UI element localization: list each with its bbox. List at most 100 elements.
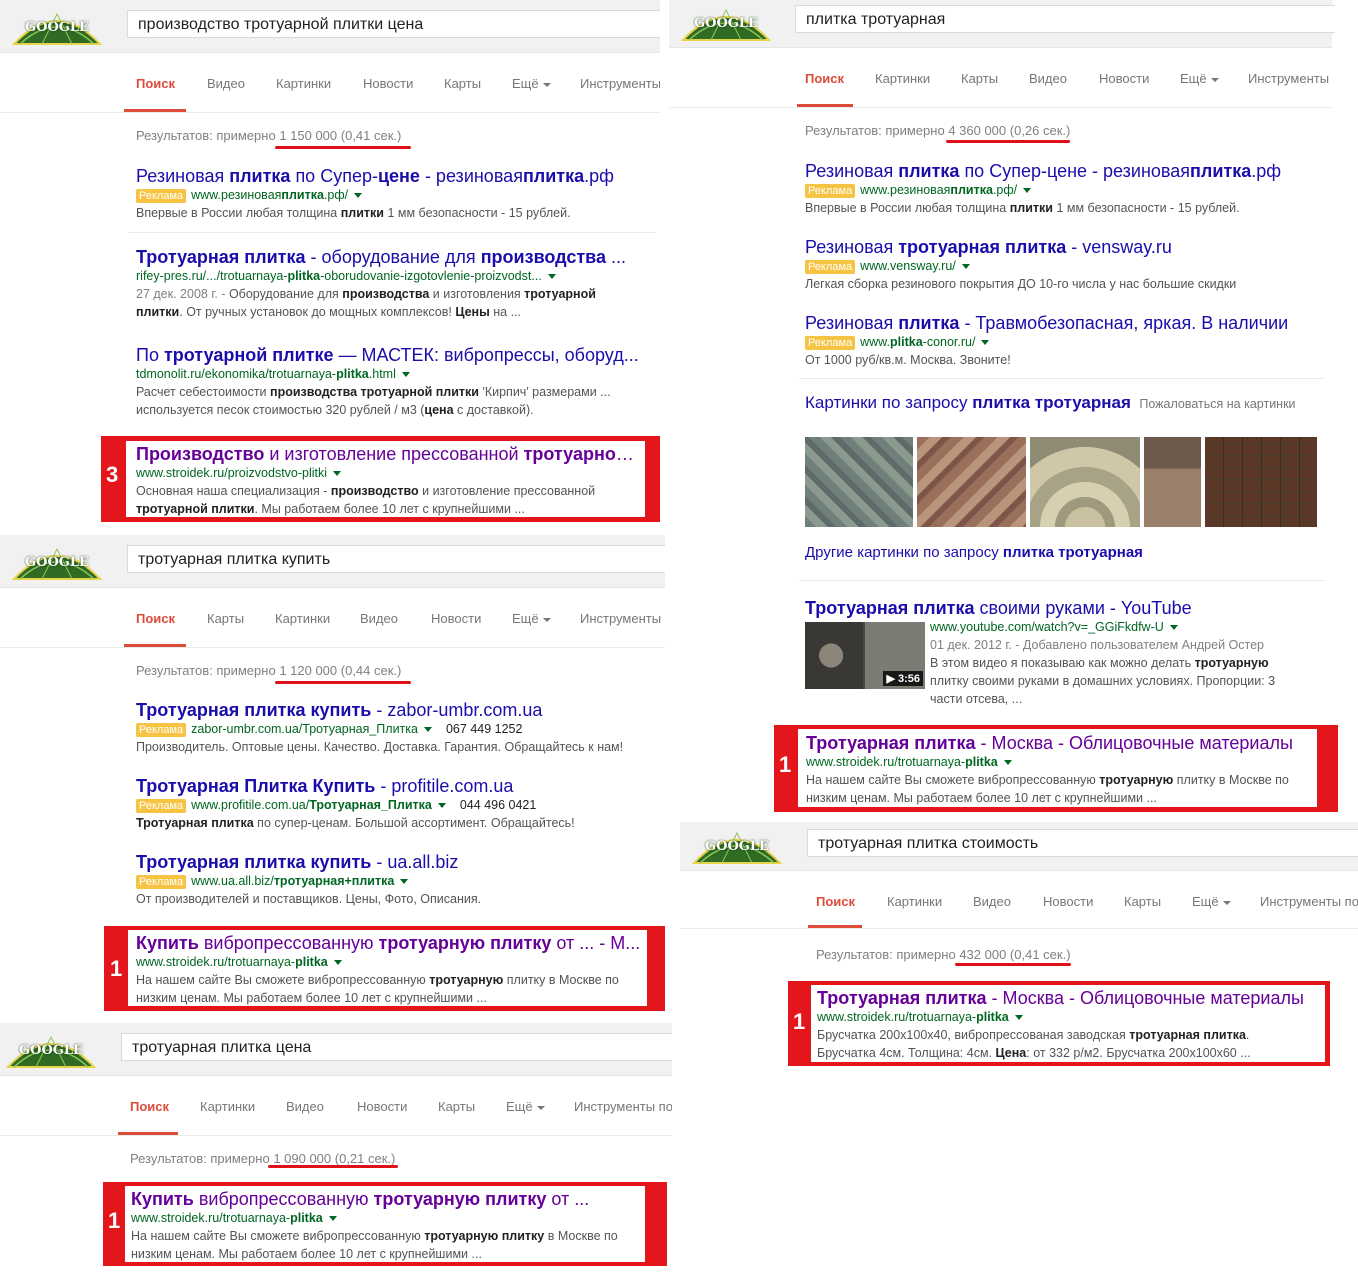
image-thumbnail[interactable] [1144,437,1201,527]
result-title[interactable]: Тротуарная плитка - оборудование для про… [136,246,646,268]
tab-search[interactable]: Поиск [805,71,844,86]
result-title[interactable]: Производство и изготовление прессованной… [136,443,641,465]
result-title[interactable]: По тротуарной плитке — МАСТЕК: вибропрес… [136,344,646,366]
caret-down-icon[interactable] [1023,188,1032,194]
result-url[interactable]: www.stroidek.ru/trotuarnaya-plitka [817,1009,1321,1026]
result-title[interactable]: Резиновая тротуарная плитка - vensway.ru [805,236,1325,258]
result-url[interactable]: Реклама www.profitile.com.ua/Тротуарная_П… [136,797,656,814]
caret-down-icon[interactable] [333,960,342,966]
caret-down-icon[interactable] [328,1216,337,1222]
report-images-link[interactable]: Пожаловаться на картинки [1139,397,1295,411]
result-title[interactable]: Тротуарная плитка своими руками - YouTub… [805,597,1325,619]
result-url[interactable]: Реклама www.резиноваяплитка.рф/ [805,182,1325,199]
search-input[interactable]: плитка тротуарная [795,5,1335,33]
result-title[interactable]: Тротуарная плитка - Москва - Облицовочны… [817,987,1321,1009]
image-thumbnail[interactable] [805,437,913,527]
phone-number[interactable]: 044 496 0421 [460,798,536,812]
phone-number[interactable]: 067 449 1252 [446,722,522,736]
tab-video[interactable]: Видео [207,76,245,91]
result-title[interactable]: Купить вибропрессованную тротуарную плит… [131,1188,641,1210]
tab-search[interactable]: Поиск [136,76,175,91]
caret-down-icon[interactable] [437,803,446,809]
result-url[interactable]: tdmonolit.ru/ekonomika/trotuarnaya-plitk… [136,366,646,383]
logo[interactable]: GOOGLE [6,1031,96,1069]
tab-news[interactable]: Новости [431,611,481,626]
tab-search[interactable]: Поиск [136,611,175,626]
images-title[interactable]: Картинки по запросу плитка тротуарная [805,393,1131,412]
more-images-link[interactable]: Другие картинки по запросу плитка тротуа… [805,544,1143,562]
caret-down-icon[interactable] [981,340,990,346]
tab-maps[interactable]: Карты [1124,894,1161,909]
result-url[interactable]: www.stroidek.ru/proizvodstvo-plitki [136,465,641,482]
tab-news[interactable]: Новости [363,76,413,91]
tab-maps[interactable]: Карты [438,1099,475,1114]
tab-images[interactable]: Картинки [275,611,330,626]
result-title[interactable]: Тротуарная Плитка Купить - profitile.com… [136,775,656,797]
tab-news[interactable]: Новости [1099,71,1149,86]
tab-video[interactable]: Видео [286,1099,324,1114]
caret-down-icon[interactable] [423,727,432,733]
result-url[interactable]: Реклама www.vensway.ru/ [805,258,1325,275]
caret-down-icon[interactable] [333,471,342,477]
result-url[interactable]: Реклама zabor-umbr.com.ua/Тротуарная_Плит… [136,721,656,738]
search-input[interactable]: тротуарная плитка цена [121,1033,672,1061]
result-title[interactable]: Резиновая плитка по Супер-цене - резинов… [805,160,1325,182]
tab-tools[interactable]: Инструменты [580,611,661,626]
caret-down-icon[interactable] [354,193,363,199]
result-title[interactable]: Резиновая плитка - Травмобезопасная, ярк… [805,312,1325,334]
image-thumbnail[interactable] [1205,437,1317,527]
video-thumbnail[interactable]: ▶ 3:56 [805,622,925,689]
result-title[interactable]: Купить вибропрессованную тротуарную плит… [136,932,644,954]
result-title[interactable]: Тротуарная плитка купить - ua.all.biz [136,851,656,873]
tab-more[interactable]: Ещё [1180,71,1219,86]
search-input[interactable]: тротуарная плитка купить [127,545,665,573]
result-title[interactable]: Тротуарная плитка - Москва - Облицовочны… [806,732,1314,754]
caret-down-icon[interactable] [401,372,410,378]
result-url[interactable]: Реклама www.резиноваяплитка.рф/ [136,187,656,204]
search-input[interactable]: производство тротуарной плитки цена [127,10,660,38]
tab-search[interactable]: Поиск [816,894,855,909]
result-url[interactable]: www.stroidek.ru/trotuarnaya-plitka [131,1210,641,1227]
result-title[interactable]: Резиновая плитка по Супер-цене - резинов… [136,165,656,187]
caret-down-icon[interactable] [1003,760,1012,766]
image-thumbnail[interactable] [917,437,1026,527]
tab-images[interactable]: Картинки [276,76,331,91]
result-url[interactable]: Реклама www.plitka-conor.ru/ [805,334,1325,351]
logo[interactable]: GOOGLE [12,8,102,46]
logo[interactable]: GOOGLE [681,4,771,42]
result-url[interactable]: rifey-pres.ru/.../trotuarnaya-plitka-obo… [136,268,646,285]
tab-news[interactable]: Новости [357,1099,407,1114]
tab-more[interactable]: Ещё [512,76,551,91]
tab-more[interactable]: Ещё [1192,894,1231,909]
tab-tools[interactable]: Инструменты по [1260,894,1358,909]
tab-video[interactable]: Видео [1029,71,1067,86]
result-url[interactable]: Реклама www.ua.all.biz/тротуарная+плитка [136,873,656,890]
tab-tools[interactable]: Инструменты [580,76,660,91]
tab-images[interactable]: Картинки [875,71,930,86]
result-url[interactable]: www.youtube.com/watch?v=_GGiFkdfw-U [930,619,1325,636]
tab-tools[interactable]: Инструменты [1248,71,1329,86]
result-url[interactable]: www.stroidek.ru/trotuarnaya-plitka [136,954,644,971]
tab-maps[interactable]: Карты [961,71,998,86]
tab-images[interactable]: Картинки [887,894,942,909]
result-title[interactable]: Тротуарная плитка купить - zabor-umbr.co… [136,699,656,721]
tab-maps[interactable]: Карты [444,76,481,91]
caret-down-icon[interactable] [961,264,970,270]
tab-news[interactable]: Новости [1043,894,1093,909]
tab-maps[interactable]: Карты [207,611,244,626]
logo[interactable]: GOOGLE [692,827,782,865]
tab-search[interactable]: Поиск [130,1099,169,1114]
caret-down-icon[interactable] [1014,1015,1023,1021]
caret-down-icon[interactable] [400,879,409,885]
tab-more[interactable]: Ещё [506,1099,545,1114]
tab-tools[interactable]: Инструменты по [574,1099,672,1114]
logo[interactable]: GOOGLE [12,543,102,581]
tab-video[interactable]: Видео [360,611,398,626]
caret-down-icon[interactable] [1169,625,1178,631]
tab-images[interactable]: Картинки [200,1099,255,1114]
result-url[interactable]: www.stroidek.ru/trotuarnaya-plitka [806,754,1314,771]
tab-more[interactable]: Ещё [512,611,551,626]
search-input[interactable]: тротуарная плитка стоимость [807,829,1358,857]
caret-down-icon[interactable] [547,274,556,280]
tab-video[interactable]: Видео [973,894,1011,909]
